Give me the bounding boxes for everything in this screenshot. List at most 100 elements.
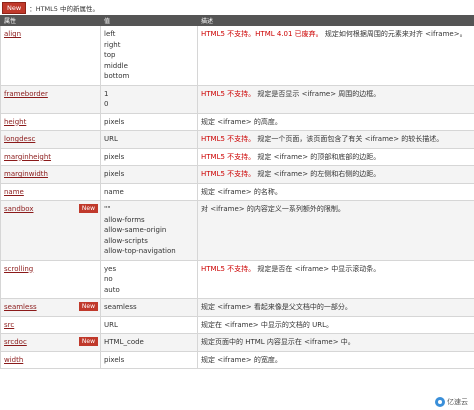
description-cell: 规定 <iframe> 的高度。 [197,112,474,131]
table-row: seamless New seamless 规定 <iframe> 看起来像是父文档中… [0,298,474,317]
value-item: URL [104,135,118,143]
value-item: "" [104,205,111,213]
value-cell: seamless [100,298,198,317]
watermark-text: 亿速云 [447,398,468,406]
attribute-cell: width [0,350,101,369]
table-row: marginheight pixels HTML5 不支持。 规定 <iframe>… [0,147,474,166]
yisu-logo-icon [435,397,445,407]
value-cell: pixels [100,112,198,131]
description-cell: HTML5 不支持。HTML 4.01 已废弃。 规定如何根据周围的元素来对齐 … [197,25,474,86]
description-cell: HTML5 不支持。 规定一个页面，该页面包含了有关 <iframe> 的较长描… [197,130,474,149]
description-text: 规定是否在 <iframe> 中显示滚动条。 [257,264,381,273]
description-cell: HTML5 不支持。 规定是否在 <iframe> 中显示滚动条。 [197,259,474,299]
attribute-link-name[interactable]: name [4,188,24,196]
description-cell: HTML5 不支持。 规定是否显示 <iframe> 周围的边框。 [197,84,474,114]
attribute-link-marginwidth[interactable]: marginwidth [4,170,48,178]
attribute-link-align[interactable]: align [4,30,21,38]
value-item: allow-scripts [104,236,148,245]
attribute-cell: frameborder [0,84,101,114]
attribute-link-srcdoc[interactable]: srcdoc [4,338,27,346]
attribute-cell: src [0,315,101,334]
value-item: pixels [104,117,125,126]
new-badge: New [78,337,98,346]
table-row: longdesc URL HTML5 不支持。 规定一个页面，该页面包含了有关 <i… [0,130,474,149]
description-cell: HTML5 不支持。 规定 <iframe> 的左侧和右侧的边距。 [197,165,474,184]
value-item: allow-same-origin [104,226,167,234]
value-cell: left right top middle bottom [100,25,198,86]
new-badge: New [2,1,27,14]
attribute-link-longdesc[interactable]: longdesc [4,135,35,143]
value-cell: pixels [100,165,198,184]
deprecation-note: HTML5 不支持。 [201,264,256,273]
table-row: frameborder 1 0 HTML5 不支持。 规定是否显示 <iframe> … [0,84,474,114]
description-text: 对 <iframe> 的内容定义一系列额外的限制。 [201,205,345,213]
value-item: HTML_code [104,338,144,346]
description-text: 规定一个页面，该页面包含了有关 <iframe> 的较长描述。 [257,135,444,143]
table-row: scrolling yes no auto HTML5 不支持。 规定是否在 <ifra… [0,259,474,299]
table-row: align left right top middle bottom HTML5 不支持。H… [0,25,474,86]
table-row: marginwidth pixels HTML5 不支持。 规定 <iframe> … [0,165,474,184]
table-row: src URL 规定在 <iframe> 中显示的文档的 URL。 [0,315,474,334]
value-item: pixels [104,355,125,364]
watermark: 亿速云 [433,397,470,407]
value-cell: name [100,182,198,201]
table-row: width pixels 规定 <iframe> 的宽度。 [0,350,474,369]
deprecation-note: HTML5 不支持。 [201,135,256,143]
attribute-link-height[interactable]: height [4,118,26,126]
value-item: top [104,51,116,59]
value-item: 0 [104,100,109,108]
new-badge: New [78,204,98,213]
value-item: URL [104,320,118,329]
value-item: seamless [104,303,137,311]
table-row: sandbox New "" allow-forms allow-same-origin… [0,200,474,261]
value-cell: pixels [100,147,198,166]
attribute-cell: name [0,182,101,201]
description-text: 规定在 <iframe> 中显示的文档的 URL。 [201,320,333,329]
value-item: 1 [104,89,109,98]
attribute-link-seamless[interactable]: seamless [4,303,37,311]
deprecation-note: HTML5 不支持。 [201,89,256,98]
attribute-cell: marginwidth [0,165,101,184]
value-item: pixels [104,152,125,161]
value-item: no [104,275,113,283]
table-row: height pixels 规定 <iframe> 的高度。 [0,112,474,131]
attribute-link-width[interactable]: width [4,356,23,364]
description-text: 规定 <iframe> 的顶部和底部的边距。 [257,152,381,161]
description-cell: 规定 <iframe> 的宽度。 [197,350,474,369]
value-item: middle [104,61,128,70]
attribute-cell: srcdoc New [0,333,101,352]
value-item: pixels [104,170,125,178]
attribute-cell: scrolling [0,259,101,299]
value-cell: HTML_code [100,333,198,352]
deprecation-note: HTML5 不支持。 [201,170,256,178]
header-description: 描述 [197,15,474,26]
value-cell: pixels [100,350,198,369]
value-item: right [104,40,121,49]
attribute-link-sandbox[interactable]: sandbox [4,205,33,213]
description-cell: 规定页面中的 HTML 内容显示在 <iframe> 中。 [197,333,474,352]
attribute-cell: marginheight [0,147,101,166]
attribute-cell: longdesc [0,130,101,149]
attribute-link-src[interactable]: src [4,321,14,329]
value-cell: yes no auto [100,259,198,299]
attribute-link-scrolling[interactable]: scrolling [4,265,33,273]
value-item: yes [104,264,117,273]
value-cell: "" allow-forms allow-same-origin allow-scri… [100,200,198,261]
new-attribute-legend: New ：HTML5 中的新属性。 [2,1,99,14]
attribute-cell: height [0,112,101,131]
deprecation-note: HTML5 不支持。HTML 4.01 已废弃。 [201,30,323,38]
attribute-link-frameborder[interactable]: frameborder [4,90,48,98]
description-text: 规定 <iframe> 的宽度。 [201,355,282,364]
new-badge: New [78,302,98,311]
description-cell: 规定在 <iframe> 中显示的文档的 URL。 [197,315,474,334]
value-cell: URL [100,130,198,149]
description-cell: HTML5 不支持。 规定 <iframe> 的顶部和底部的边距。 [197,147,474,166]
description-text: 规定 <iframe> 看起来像是父文档中的一部分。 [201,303,352,311]
value-item: allow-forms [104,215,145,224]
description-text: 规定 <iframe> 的高度。 [201,117,282,126]
value-item: left [104,30,116,38]
attribute-link-marginheight[interactable]: marginheight [4,153,51,161]
description-cell: 规定 <iframe> 看起来像是父文档中的一部分。 [197,298,474,317]
value-item: auto [104,285,120,294]
value-item: bottom [104,72,130,80]
